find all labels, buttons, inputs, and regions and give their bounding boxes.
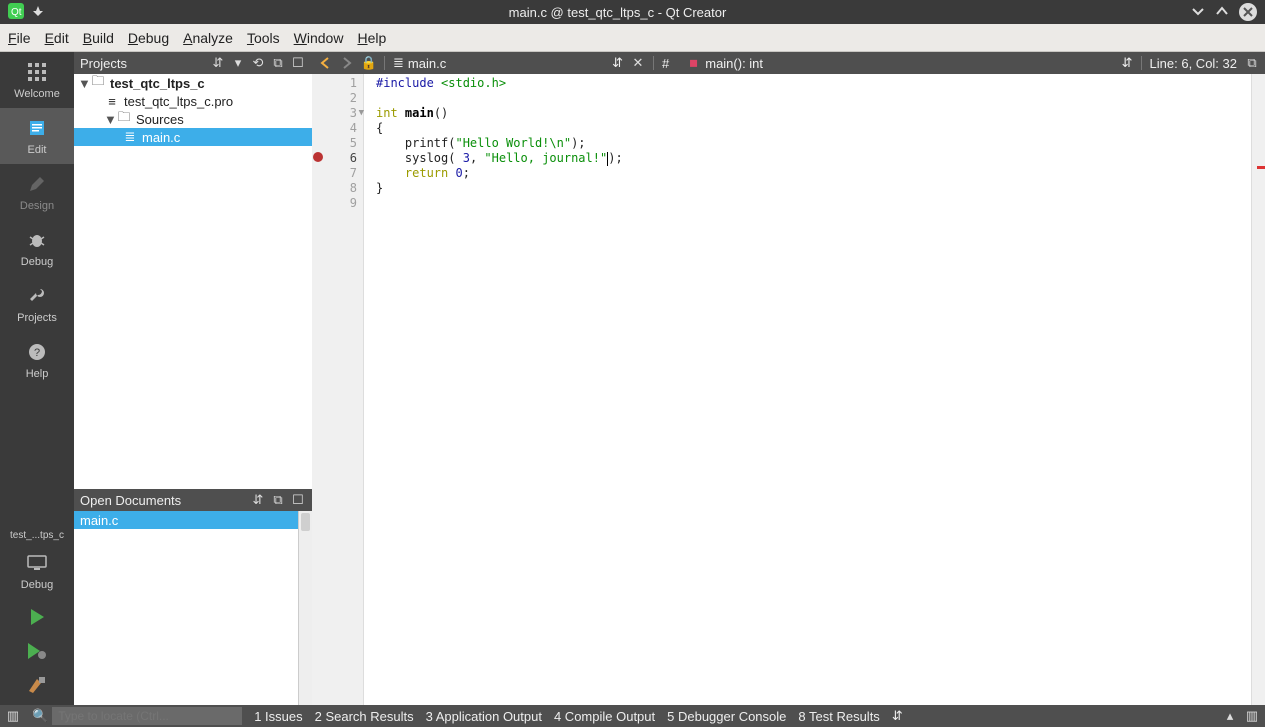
updown-icon[interactable]: ⇵ <box>250 492 266 508</box>
pin-icon[interactable] <box>32 5 44 20</box>
kit-selector[interactable]: test_...tps_c <box>8 526 66 545</box>
editor: 🔒 ≣ main.c ⇵ ✕ # ◆ main(): int ⇵ Line: 6… <box>312 52 1265 705</box>
monitor-icon <box>0 551 74 575</box>
split-icon[interactable]: ⧉ <box>270 55 286 71</box>
search-icon: 🔍 <box>32 708 48 724</box>
bug-icon <box>0 228 74 252</box>
pro-file-icon: ≡ <box>104 94 120 109</box>
breakpoint-icon[interactable] <box>312 151 324 163</box>
activity-bar: Welcome Edit Design Debug Projects ? Hel… <box>0 52 74 705</box>
updown-icon[interactable]: ⇵ <box>892 708 903 724</box>
close-panel-icon[interactable]: ☐ <box>290 55 306 71</box>
edit-icon <box>0 116 74 140</box>
open-doc-item[interactable]: main.c <box>74 511 312 529</box>
mode-welcome[interactable]: Welcome <box>0 52 74 108</box>
svg-text:Qt: Qt <box>11 7 22 18</box>
titlebar: Qt main.c @ test_qtc_ltps_c - Qt Creator <box>0 0 1265 24</box>
line-gutter[interactable]: 123456789 ▼ <box>312 74 364 705</box>
side-panel: Projects ⇵ ▾ ⟲ ⧉ ☐ ▼ 🗀 test_qtc_ltps_c ≡… <box>74 52 312 705</box>
maximize-icon[interactable] <box>1215 4 1229 21</box>
tree-project-root[interactable]: ▼ 🗀 test_qtc_ltps_c <box>74 74 312 92</box>
close-file-icon[interactable]: ✕ <box>631 56 645 70</box>
grid-icon <box>0 60 74 84</box>
output-app[interactable]: 3 Application Output <box>426 709 542 724</box>
menu-file[interactable]: File <box>8 30 31 46</box>
updown-icon[interactable]: ⇵ <box>1122 55 1133 71</box>
cursor-position[interactable]: Line: 6, Col: 32 <box>1150 56 1237 71</box>
split-icon[interactable]: ⧉ <box>270 492 286 508</box>
mode-edit[interactable]: Edit <box>0 108 74 164</box>
output-issues[interactable]: 1 Issues <box>254 709 302 724</box>
mode-design[interactable]: Design <box>0 164 74 220</box>
projects-panel-header: Projects ⇵ ▾ ⟲ ⧉ ☐ <box>74 52 312 74</box>
filter-icon[interactable]: ▾ <box>230 55 246 71</box>
menu-build[interactable]: Build <box>83 30 114 46</box>
toggle-sidebar-icon[interactable]: ▥ <box>6 709 20 723</box>
toggle-right-sidebar-icon[interactable]: ▥ <box>1245 709 1259 723</box>
minimize-icon[interactable] <box>1191 4 1205 21</box>
marker-icon <box>1257 166 1265 169</box>
help-icon: ? <box>0 340 74 364</box>
tree-sources-folder[interactable]: ▼ 🗀 Sources <box>74 110 312 128</box>
menu-window[interactable]: Window <box>294 30 344 46</box>
close-icon[interactable] <box>1239 3 1257 21</box>
output-search[interactable]: 2 Search Results <box>315 709 414 724</box>
open-documents-list: main.c <box>74 511 312 705</box>
locator-input[interactable] <box>52 707 242 725</box>
symbol-selector[interactable]: # ◆ main(): int <box>662 55 1114 71</box>
wrench-icon <box>0 284 74 308</box>
scrollbar[interactable] <box>298 511 312 705</box>
mode-debug[interactable]: Debug <box>0 220 74 276</box>
lock-icon[interactable]: 🔒 <box>362 56 376 70</box>
tree-pro-file[interactable]: ≡ test_qtc_ltps_c.pro <box>74 92 312 110</box>
mode-help[interactable]: ? Help <box>0 332 74 388</box>
project-icon: 🗀 <box>90 74 106 94</box>
file-selector[interactable]: ≣ main.c ⇵ <box>393 55 623 71</box>
folder-icon: 🗀 <box>116 108 132 130</box>
menu-help[interactable]: Help <box>357 30 386 46</box>
output-tests[interactable]: 8 Test Results <box>798 709 879 724</box>
close-panel-icon[interactable]: ☐ <box>290 492 306 508</box>
output-compile[interactable]: 4 Compile Output <box>554 709 655 724</box>
menu-tools[interactable]: Tools <box>247 30 280 46</box>
qt-logo-icon: Qt <box>8 3 24 22</box>
svg-text:?: ? <box>34 347 40 359</box>
c-file-icon: ≣ <box>393 55 404 71</box>
code-editor[interactable]: #include <stdio.h> int main() { printf("… <box>364 74 1251 705</box>
status-bar: ▥ 🔍 1 Issues 2 Search Results 3 Applicat… <box>0 705 1265 727</box>
fold-icon[interactable]: ▼ <box>354 106 364 116</box>
menu-edit[interactable]: Edit <box>45 30 69 46</box>
c-file-icon: ≣ <box>122 129 138 145</box>
window-title: main.c @ test_qtc_ltps_c - Qt Creator <box>44 5 1191 20</box>
split-editor-icon[interactable]: ⧉ <box>1245 56 1259 70</box>
pencil-icon <box>0 172 74 196</box>
output-debugger[interactable]: 5 Debugger Console <box>667 709 786 724</box>
editor-scrollbar[interactable] <box>1251 74 1265 705</box>
hash-icon: # <box>662 56 669 71</box>
projects-tree[interactable]: ▼ 🗀 test_qtc_ltps_c ≡ test_qtc_ltps_c.pr… <box>74 74 312 489</box>
locator[interactable]: 🔍 <box>32 707 242 725</box>
tree-file-mainc[interactable]: ≣ main.c <box>74 128 312 146</box>
kit-mode[interactable]: Debug <box>0 545 74 597</box>
menu-analyze[interactable]: Analyze <box>183 30 233 46</box>
updown-icon[interactable]: ⇵ <box>210 55 226 71</box>
chevron-up-icon[interactable]: ▴ <box>1223 709 1237 723</box>
link-icon[interactable]: ⟲ <box>250 55 266 71</box>
mode-projects[interactable]: Projects <box>0 276 74 332</box>
open-documents-header: Open Documents ⇵ ⧉ ☐ <box>74 489 312 511</box>
nav-back-icon[interactable] <box>318 56 332 70</box>
menu-debug[interactable]: Debug <box>128 30 169 46</box>
menu-bar: File Edit Build Debug Analyze Tools Wind… <box>0 24 1265 52</box>
updown-icon: ⇵ <box>612 55 623 71</box>
editor-toolbar: 🔒 ≣ main.c ⇵ ✕ # ◆ main(): int ⇵ Line: 6… <box>312 52 1265 74</box>
build-button[interactable] <box>26 671 48 699</box>
nav-forward-icon[interactable] <box>340 56 354 70</box>
function-icon: ◆ <box>685 54 703 72</box>
run-button[interactable] <box>26 603 48 631</box>
debug-run-button[interactable] <box>26 637 48 665</box>
